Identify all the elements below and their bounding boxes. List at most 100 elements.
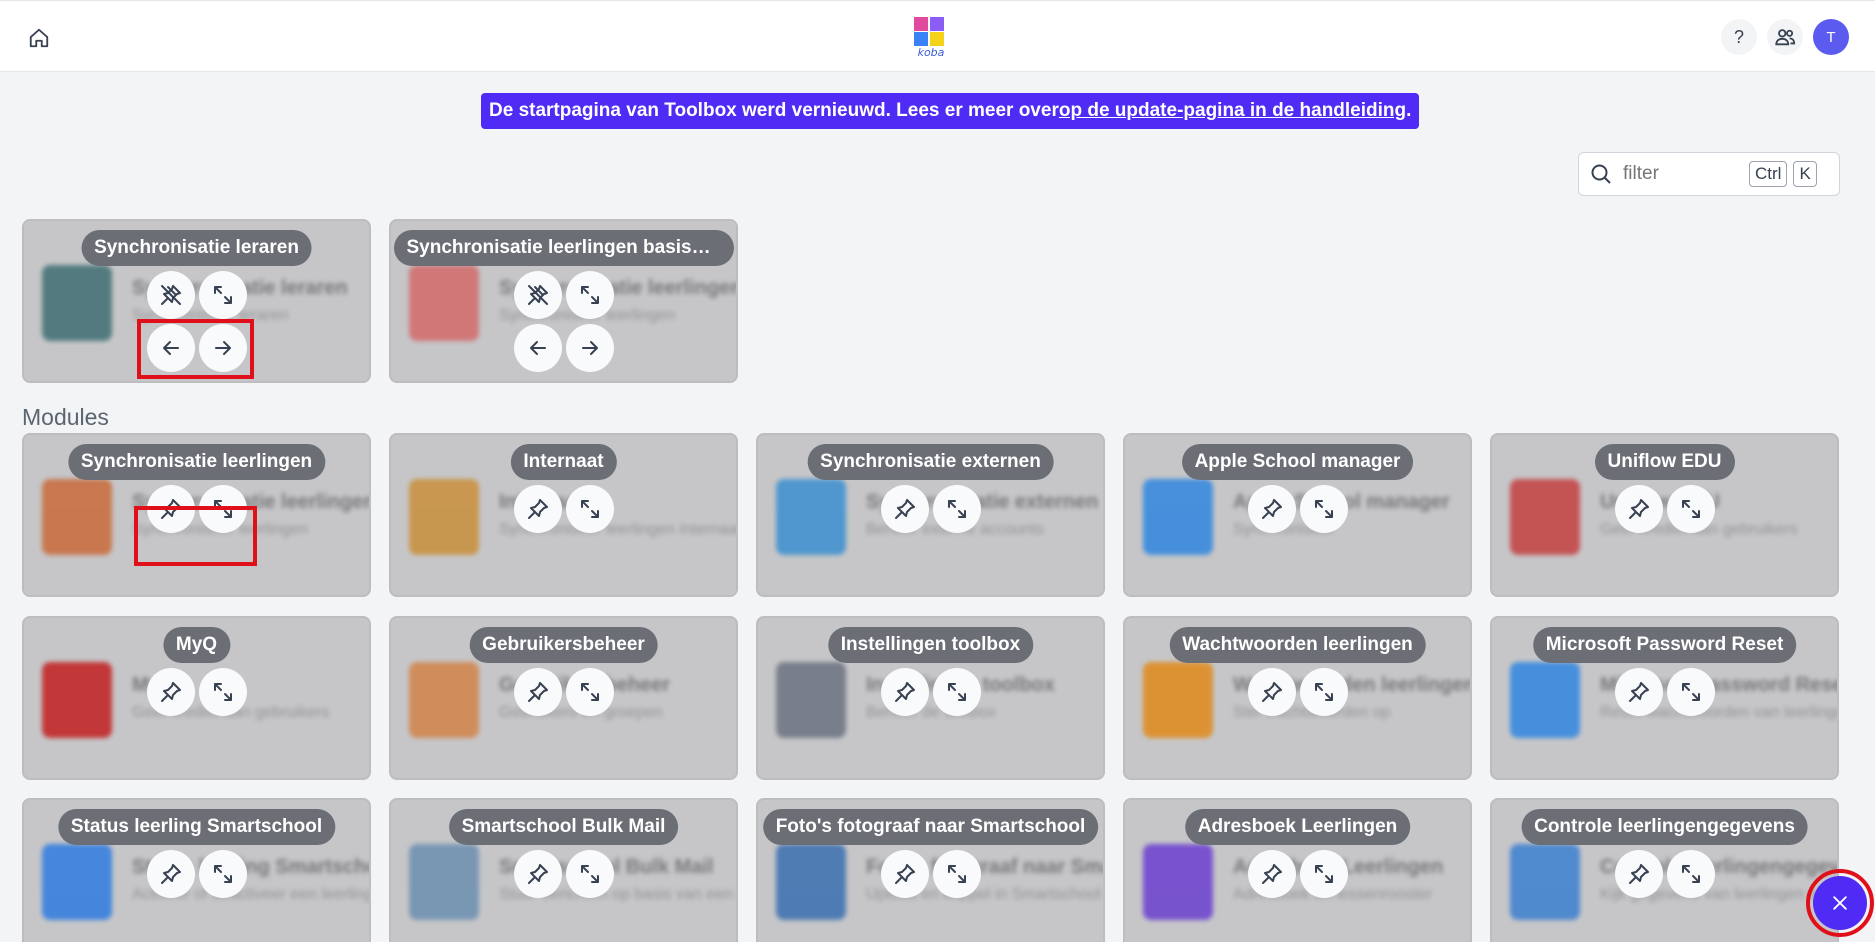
- module-card[interactable]: Foto's fotograaf naar SmartschoolUpload …: [756, 798, 1105, 942]
- card-title: MyQ: [162, 627, 231, 663]
- module-card[interactable]: Controle leerlingengegevensKijk gegevens…: [1490, 798, 1839, 942]
- expand-icon: [1681, 500, 1700, 518]
- expand-button[interactable]: [198, 485, 247, 533]
- expand-button[interactable]: [198, 668, 247, 716]
- pin-button[interactable]: [146, 850, 195, 898]
- pin-icon: [1261, 499, 1282, 519]
- pin-icon: [1628, 499, 1649, 519]
- expand-icon: [213, 683, 232, 701]
- module-card[interactable]: Adresboek LeerlingenAdresboek en lessenr…: [1123, 798, 1472, 942]
- module-icon: [409, 479, 479, 555]
- module-icon: [776, 479, 846, 555]
- card-title: Smartschool Bulk Mail: [448, 809, 679, 845]
- filter-input[interactable]: [1623, 163, 1743, 185]
- pin-button[interactable]: [1614, 668, 1663, 716]
- expand-button[interactable]: [198, 271, 247, 319]
- pin-button[interactable]: [146, 668, 195, 716]
- move-right-button[interactable]: [565, 324, 614, 372]
- pinned-card[interactable]: Synchronisatie leerlingen basisschool Sy…: [389, 219, 738, 383]
- expand-button[interactable]: [198, 850, 247, 898]
- card-title: Adresboek Leerlingen: [1184, 809, 1411, 845]
- card-title: Synchronisatie leerlingen basissc...: [393, 230, 734, 266]
- module-icon: [409, 265, 479, 341]
- pin-button[interactable]: [1247, 485, 1296, 533]
- expand-icon: [580, 865, 599, 883]
- expand-button[interactable]: [565, 850, 614, 898]
- card-title: Microsoft Password Reset: [1532, 627, 1797, 663]
- move-right-button[interactable]: [198, 324, 247, 372]
- module-card[interactable]: Status leerling SmartschoolActiveer of d…: [22, 798, 371, 942]
- pin-icon: [894, 682, 915, 702]
- module-card[interactable]: Apple School managerSynchroniseerApple S…: [1123, 433, 1472, 597]
- module-card[interactable]: MyQGeef krediet aan gebruikersMyQ: [22, 616, 371, 780]
- pin-button[interactable]: [1247, 668, 1296, 716]
- expand-button[interactable]: [932, 668, 981, 716]
- module-card[interactable]: GebruikersbeheerGebruikers en groepenGeb…: [389, 616, 738, 780]
- banner-link[interactable]: op de update-pagina in de handleiding: [1059, 100, 1406, 122]
- unpin-button[interactable]: [146, 271, 195, 319]
- pin-button[interactable]: [513, 485, 562, 533]
- pin-icon: [160, 864, 181, 884]
- unpin-icon: [527, 285, 548, 305]
- module-card[interactable]: Synchronisatie leerlingen Synchroniseer l…: [22, 433, 371, 597]
- help-button[interactable]: ?: [1721, 19, 1757, 55]
- arrow-left-icon: [529, 341, 546, 355]
- pin-button[interactable]: [1247, 850, 1296, 898]
- card-title: Gebruikersbeheer: [469, 627, 658, 663]
- expand-button[interactable]: [1666, 485, 1715, 533]
- pin-button[interactable]: [1614, 485, 1663, 533]
- module-card[interactable]: Uniflow EDUGeef krediet aan gebruikersUn…: [1490, 433, 1839, 597]
- pin-button[interactable]: [880, 485, 929, 533]
- expand-button[interactable]: [1299, 485, 1348, 533]
- pin-button[interactable]: [513, 850, 562, 898]
- home-button[interactable]: [22, 23, 56, 53]
- module-card[interactable]: Smartschool Bulk MailStuur berichten op …: [389, 798, 738, 942]
- module-icon: [1510, 479, 1580, 555]
- module-icon: [42, 479, 112, 555]
- module-card[interactable]: InternaatSynchroniseer leerlingen intern…: [389, 433, 738, 597]
- pinned-card[interactable]: Synchronisatie leraren Synchroniseer ler…: [22, 219, 371, 383]
- module-icon: [409, 662, 479, 738]
- expand-button[interactable]: [1666, 850, 1715, 898]
- users-button[interactable]: [1767, 19, 1803, 55]
- expand-icon: [1314, 500, 1333, 518]
- expand-button[interactable]: [565, 271, 614, 319]
- module-icon: [42, 844, 112, 920]
- pin-button[interactable]: [146, 485, 195, 533]
- module-icon: [1143, 844, 1213, 920]
- pin-button[interactable]: [880, 850, 929, 898]
- module-icon: [1143, 662, 1213, 738]
- expand-button[interactable]: [565, 668, 614, 716]
- expand-icon: [1314, 683, 1333, 701]
- expand-icon: [1681, 683, 1700, 701]
- move-left-button[interactable]: [513, 324, 562, 372]
- close-edit-button[interactable]: [1813, 876, 1867, 930]
- pin-button[interactable]: [513, 668, 562, 716]
- module-icon: [1510, 662, 1580, 738]
- unpin-button[interactable]: [513, 271, 562, 319]
- expand-icon: [947, 500, 966, 518]
- pin-icon: [160, 499, 181, 519]
- pin-icon: [894, 864, 915, 884]
- module-card[interactable]: Wachtwoorden leerlingenStel wachtwoorden…: [1123, 616, 1472, 780]
- module-icon: [776, 662, 846, 738]
- expand-button[interactable]: [932, 850, 981, 898]
- arrow-right-icon: [214, 341, 231, 355]
- expand-icon: [580, 683, 599, 701]
- expand-icon: [947, 683, 966, 701]
- module-card[interactable]: Synchronisatie externenBeheer externe ac…: [756, 433, 1105, 597]
- expand-button[interactable]: [565, 485, 614, 533]
- expand-button[interactable]: [1299, 668, 1348, 716]
- pin-icon: [894, 499, 915, 519]
- expand-button[interactable]: [1299, 850, 1348, 898]
- pin-icon: [160, 682, 181, 702]
- expand-button[interactable]: [932, 485, 981, 533]
- module-card[interactable]: Instellingen toolboxBeheer de toolboxIns…: [756, 616, 1105, 780]
- move-left-button[interactable]: [146, 324, 195, 372]
- user-avatar[interactable]: T: [1813, 19, 1849, 55]
- card-title: Internaat: [510, 444, 617, 480]
- pin-button[interactable]: [1614, 850, 1663, 898]
- module-card[interactable]: Microsoft Password ResetReset wachtwoord…: [1490, 616, 1839, 780]
- expand-button[interactable]: [1666, 668, 1715, 716]
- pin-button[interactable]: [880, 668, 929, 716]
